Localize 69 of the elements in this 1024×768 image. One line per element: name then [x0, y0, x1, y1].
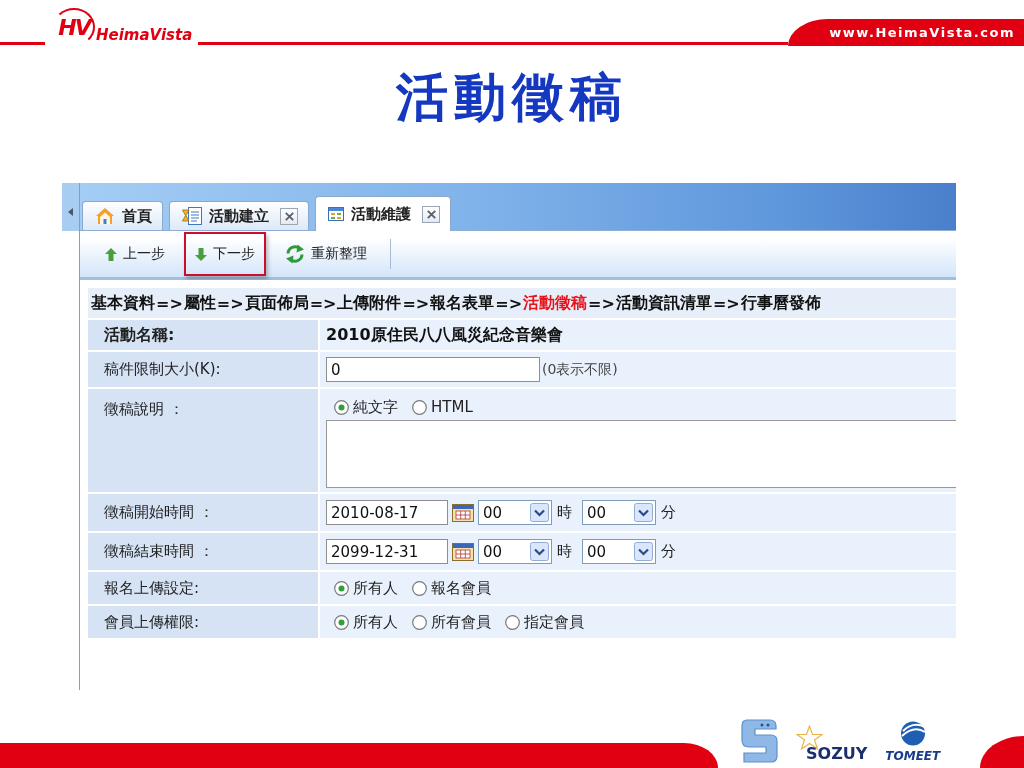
size-limit-note: (0表示不限) [542, 360, 618, 379]
arrow-down-icon [195, 247, 207, 261]
refresh-icon [285, 244, 305, 264]
date-input[interactable]: 2099-12-31 [326, 539, 448, 564]
radio-option[interactable]: 報名會員 [412, 578, 491, 598]
minute-unit-label: 分 [661, 542, 676, 561]
breadcrumb-separator: => [155, 293, 184, 313]
breadcrumb-step[interactable]: 頁面佈局 [244, 292, 309, 314]
breadcrumb-step[interactable]: 上傳附件 [337, 292, 402, 314]
close-icon [284, 211, 294, 221]
toolbar-button[interactable]: 重新整理 [274, 232, 378, 276]
radio-option[interactable]: HTML [412, 398, 473, 416]
field-label: 會員上傳權限: [88, 606, 318, 638]
arrow-up-icon [105, 247, 117, 261]
slide-title: 活動徵稿 [396, 68, 628, 126]
logo-text: TOMEET [885, 749, 941, 763]
window-icon [328, 207, 344, 221]
logo-icon [741, 719, 778, 763]
toolbar-button[interactable]: 上一步 [94, 232, 176, 276]
collapse-arrow-icon[interactable] [68, 208, 73, 216]
hour-unit-label: 時 [557, 542, 572, 561]
field-label: 徵稿結束時間 ： [88, 533, 318, 570]
description-textarea[interactable] [326, 420, 956, 488]
field-label: 徵稿開始時間 ： [88, 494, 318, 531]
calendar-icon[interactable] [452, 542, 474, 561]
breadcrumb-separator: => [216, 293, 245, 313]
tab[interactable]: 活動維護 [315, 196, 451, 231]
radio-option[interactable]: 所有人 [334, 612, 398, 632]
breadcrumb-step[interactable]: 基本資料 [91, 292, 155, 314]
breadcrumb-step[interactable]: 行事曆發佈 [740, 292, 821, 314]
breadcrumb-step[interactable]: 活動資訊清單 [615, 292, 712, 314]
tab[interactable]: 首頁 [82, 201, 163, 230]
field-label: 報名上傳設定: [88, 572, 318, 604]
radio-option[interactable]: 所有人 [334, 578, 398, 598]
date-input[interactable]: 2010-08-17 [326, 500, 448, 525]
logo-mark: HV [53, 8, 95, 46]
calendar-icon[interactable] [452, 503, 474, 522]
logo-text: SOZUY [806, 745, 868, 763]
minute-select[interactable]: 00 [582, 539, 656, 564]
radio-option[interactable]: 指定會員 [505, 612, 584, 632]
activity-name-value: 2010原住民八八風災紀念音樂會 [326, 324, 563, 346]
breadcrumb-separator: => [308, 293, 337, 313]
field-label: 活動名稱: [88, 320, 318, 350]
breadcrumb-separator: => [401, 293, 430, 313]
breadcrumb-separator: => [587, 293, 616, 313]
breadcrumb-separator: => [494, 293, 523, 313]
close-button[interactable] [280, 207, 298, 225]
size-limit-input[interactable]: 0 [326, 357, 540, 382]
field-label: 徵稿說明 ： [88, 389, 318, 492]
hour-select[interactable]: 00 [478, 500, 552, 525]
website-banner: www.HeimaVista.com [788, 19, 1024, 46]
minute-select[interactable]: 00 [582, 500, 656, 525]
breadcrumb-step[interactable]: 屬性 [183, 292, 216, 314]
hour-select[interactable]: 00 [478, 539, 552, 564]
home-icon [95, 207, 115, 225]
document-hourglass-icon [182, 207, 202, 225]
breadcrumb-step[interactable]: 活動徵稿 [523, 292, 588, 314]
tab[interactable]: 活動建立 [169, 201, 309, 230]
breadcrumb-step[interactable]: 報名表單 [430, 292, 495, 314]
radio-option[interactable]: 純文字 [334, 397, 398, 417]
close-button[interactable] [422, 205, 440, 223]
field-label: 稿件限制大小(K): [88, 352, 318, 387]
breadcrumb-separator: => [712, 293, 741, 313]
close-icon [426, 209, 436, 219]
minute-unit-label: 分 [661, 503, 676, 522]
toolbar-button[interactable]: 下一步 [184, 232, 266, 276]
radio-option[interactable]: 所有會員 [412, 612, 491, 632]
hour-unit-label: 時 [557, 503, 572, 522]
logo-text: HeimaVista [96, 26, 193, 44]
